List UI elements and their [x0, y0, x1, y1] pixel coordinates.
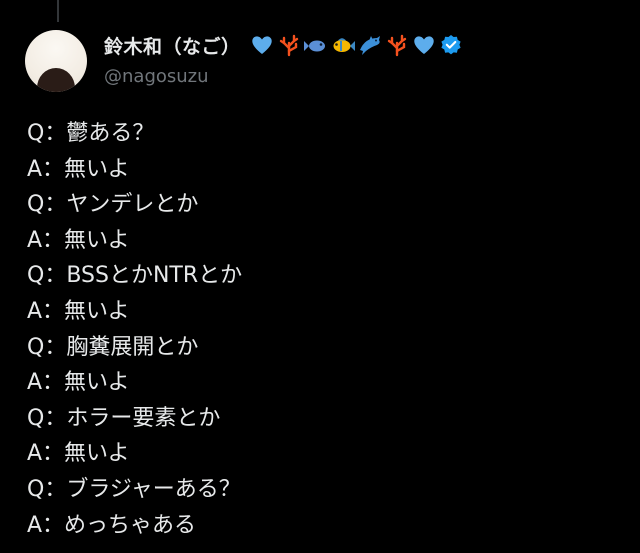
tweet-line: A：無いよ	[27, 298, 130, 324]
coral-icon	[279, 34, 298, 57]
dolphin-icon	[359, 36, 380, 55]
avatar[interactable]	[25, 30, 87, 92]
avatar-figure	[37, 68, 75, 92]
tweet-line: Q：胸糞展開とか	[27, 334, 199, 360]
tropical-fish-icon	[333, 38, 355, 52]
name-row: 鈴木和（なご）	[104, 30, 620, 60]
tweet-line: A：無いよ	[27, 370, 130, 396]
tweet-header: 鈴木和（なご） @nagosuzu	[104, 30, 620, 87]
display-name[interactable]: 鈴木和（なご）	[104, 32, 241, 59]
tweet-text: Q：鬱ある？ A：無いよ Q：ヤンデレとか A：無いよ Q：BSSとかNTRとか…	[27, 116, 620, 543]
fish-icon	[303, 40, 325, 52]
tweet-line: A：無いよ	[27, 156, 130, 182]
coral-icon	[387, 34, 406, 57]
tweet-line: A：無いよ	[27, 441, 130, 467]
tweet-line: Q：鬱ある？	[27, 121, 155, 146]
tweet-line: A：めっちゃある	[27, 512, 197, 538]
tweet-line: Q：ブラジャーある？	[27, 476, 241, 502]
user-handle[interactable]: @nagosuzu	[104, 66, 620, 87]
tweet-line: A：無いよ	[27, 227, 130, 253]
tweet-line: Q：BSSとかNTRとか	[27, 263, 243, 289]
thread-connector-line	[57, 0, 59, 22]
tweet-line: Q：ヤンデレとか	[27, 192, 199, 218]
verified-badge-icon[interactable]	[440, 34, 462, 56]
tweet-line: Q：ホラー要素とか	[27, 405, 221, 431]
name-emoji-row	[249, 32, 462, 58]
blue-heart-icon	[251, 36, 272, 54]
blue-heart-icon	[413, 36, 434, 54]
